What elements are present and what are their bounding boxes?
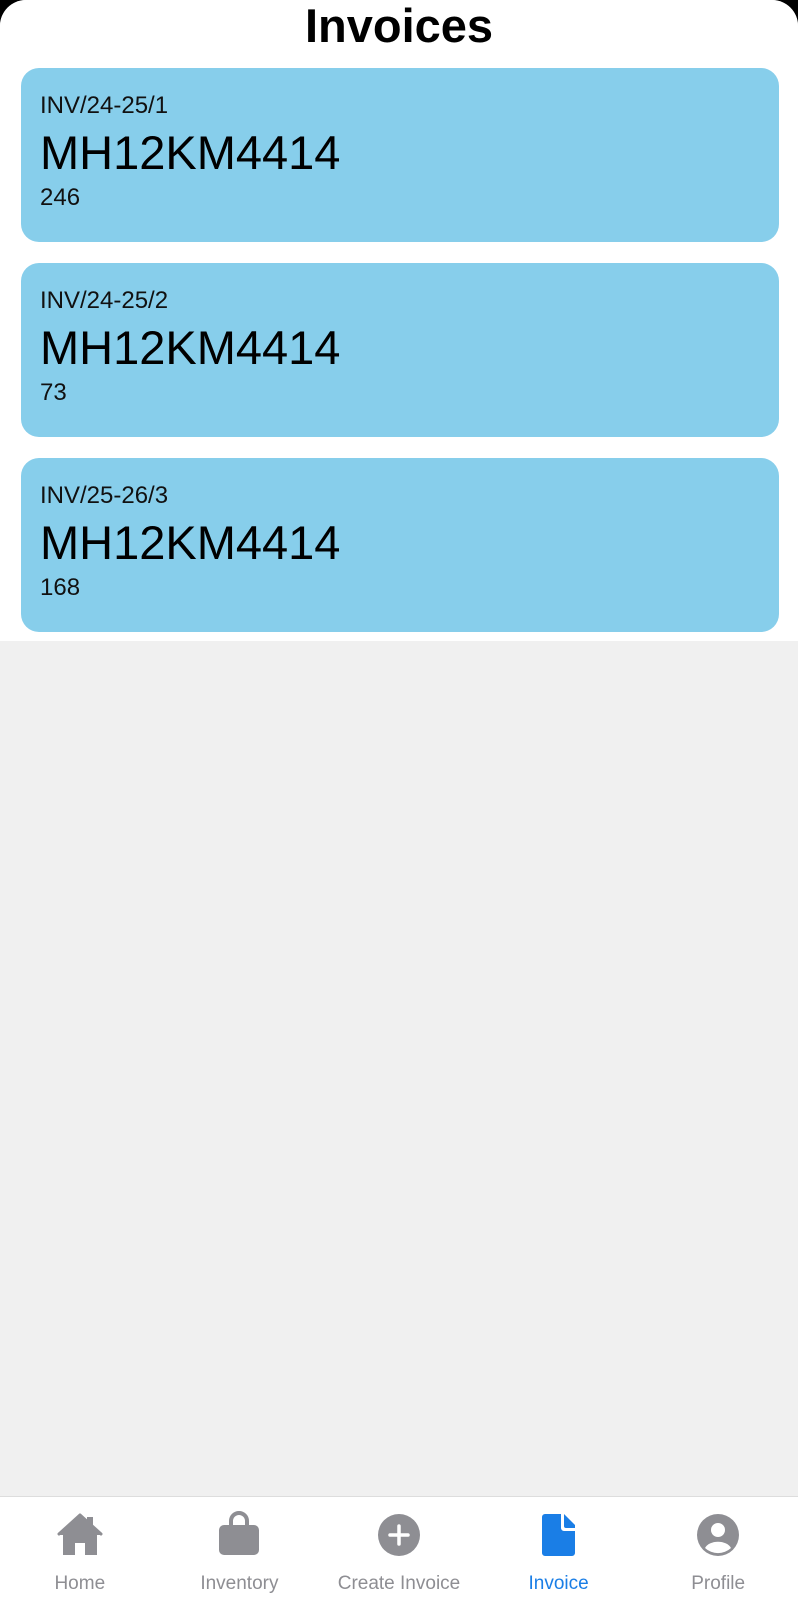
tab-home[interactable]: Home [0, 1497, 160, 1600]
tab-invoice[interactable]: Invoice [479, 1497, 639, 1600]
app-screen: Invoices INV/24-25/1 MH12KM4414 246 INV/… [0, 0, 798, 1600]
tab-home-label: Home [54, 1573, 106, 1594]
tab-create-invoice-label: Create Invoice [337, 1573, 461, 1594]
invoice-number: INV/25-26/3 [40, 482, 169, 509]
tab-inventory[interactable]: Inventory [160, 1497, 320, 1600]
content-area: Invoices INV/24-25/1 MH12KM4414 246 INV/… [0, 0, 798, 641]
invoice-card[interactable]: INV/24-25/1 MH12KM4414 246 [21, 68, 779, 242]
add-circle-icon [377, 1514, 420, 1556]
invoice-card[interactable]: INV/24-25/2 MH12KM4414 73 [21, 263, 779, 437]
invoice-amount: 246 [40, 184, 81, 211]
invoice-card[interactable]: INV/25-26/3 MH12KM4414 168 [21, 458, 779, 632]
vehicle-number: MH12KM4414 [40, 126, 341, 179]
invoice-number: INV/24-25/2 [40, 287, 169, 314]
tab-create-invoice[interactable]: Create Invoice [319, 1497, 479, 1600]
home-icon [57, 1513, 103, 1555]
vehicle-number: MH12KM4414 [40, 321, 341, 374]
invoice-amount: 168 [40, 574, 81, 601]
tab-profile[interactable]: Profile [638, 1497, 798, 1600]
document-icon [541, 1514, 575, 1556]
page-title: Invoices [304, 0, 494, 52]
tab-profile-label: Profile [691, 1573, 746, 1594]
invoice-number: INV/24-25/1 [40, 92, 169, 119]
vehicle-number: MH12KM4414 [40, 516, 341, 569]
invoice-amount: 73 [40, 379, 67, 406]
bottom-tab-bar: Home Inventory Create Invoice Invoice Pr… [0, 1496, 798, 1600]
person-circle-icon [697, 1514, 740, 1556]
tab-invoice-label: Invoice [528, 1573, 589, 1594]
invoice-list: INV/24-25/1 MH12KM4414 246 INV/24-25/2 M… [21, 68, 779, 653]
tab-inventory-label: Inventory [200, 1573, 279, 1594]
bag-icon [219, 1511, 260, 1555]
